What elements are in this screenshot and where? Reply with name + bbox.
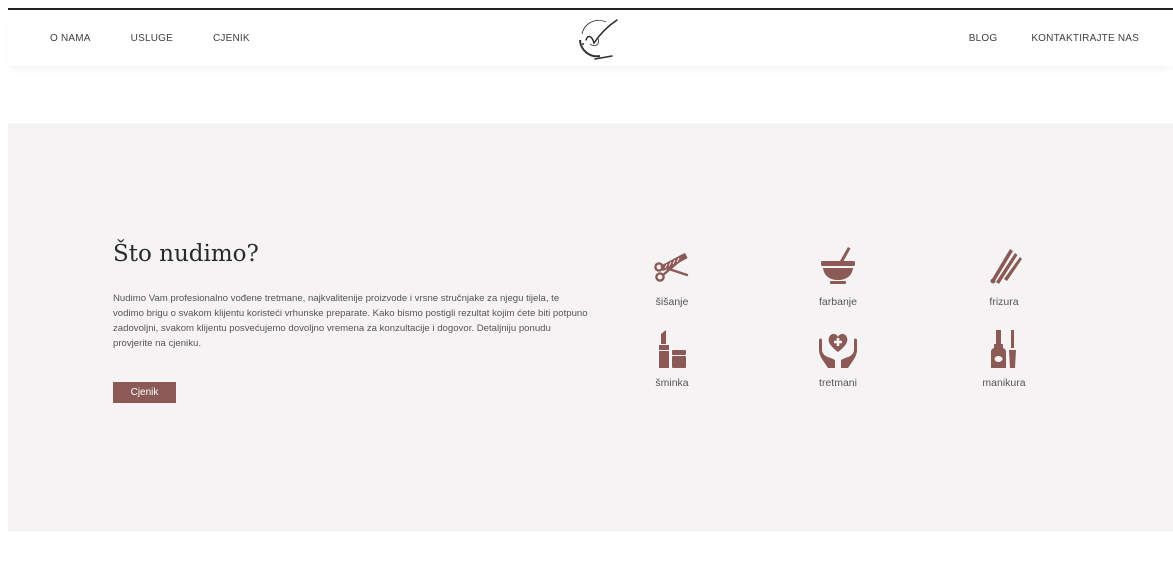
nav-link-cjenik[interactable]: CJENIK xyxy=(213,33,250,44)
cjenik-button[interactable]: Cjenik xyxy=(113,382,176,403)
service-label: farbanje xyxy=(819,296,857,308)
service-label: tretmani xyxy=(819,377,857,389)
nav-link-o-nama[interactable]: O NAMA xyxy=(50,33,91,44)
service-sisanje[interactable]: šišanje xyxy=(622,245,722,308)
bowl-brush-icon xyxy=(821,247,855,284)
nav-link-kontaktirajte-nas[interactable]: KONTAKTIRAJTE NAS xyxy=(1031,33,1139,44)
services-section: Što nudimo? Nudimo Vam profesionalno vođ… xyxy=(8,123,1173,531)
service-label: šišanje xyxy=(655,296,689,308)
nav-link-blog[interactable]: BLOG xyxy=(969,33,998,44)
nav-right: BLOG KONTAKTIRAJTE NAS xyxy=(935,10,1139,66)
service-sminka[interactable]: šminka xyxy=(622,326,722,389)
nav-left: O NAMA USLUGE CJENIK xyxy=(50,10,290,66)
service-frizura[interactable]: frizura xyxy=(954,245,1054,308)
nail-polish-icon xyxy=(991,330,1016,368)
navbar: O NAMA USLUGE CJENIK BLOG KONTAKTIRAJTE … xyxy=(8,10,1173,66)
service-label: frizura xyxy=(989,296,1019,308)
service-farbanje[interactable]: farbanje xyxy=(788,245,888,308)
hair-tools-icon xyxy=(990,249,1022,284)
section-description: Nudimo Vam profesionalno vođene tretmane… xyxy=(113,293,588,349)
hands-heart-icon xyxy=(819,333,857,368)
site-logo[interactable] xyxy=(570,14,622,64)
service-label: šminka xyxy=(655,377,689,389)
service-manikura[interactable]: manikura xyxy=(954,326,1054,389)
service-tretmani[interactable]: tretmani xyxy=(788,326,888,389)
lipstick-icon xyxy=(659,330,686,368)
nav-link-usluge[interactable]: USLUGE xyxy=(131,33,173,44)
signature-logo-icon xyxy=(579,19,618,60)
service-label: manikura xyxy=(982,377,1026,389)
scissors-comb-icon xyxy=(654,253,689,282)
section-title: Što nudimo? xyxy=(113,241,259,267)
